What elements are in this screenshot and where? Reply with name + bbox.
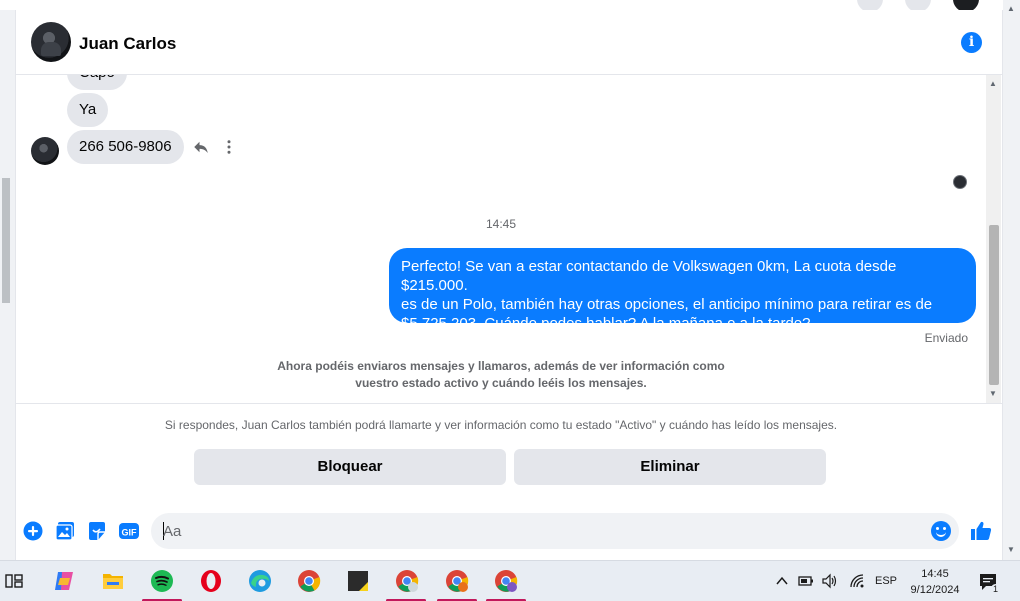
copilot-icon[interactable]: [52, 569, 76, 593]
read-receipt-avatar: [953, 175, 967, 189]
spotify-icon[interactable]: [150, 569, 174, 593]
contact-avatar[interactable]: [31, 22, 71, 62]
outgoing-message-line: Perfecto! Se van a estar contactando de …: [401, 258, 897, 294]
scrollbar-thumb[interactable]: [2, 178, 10, 303]
block-button[interactable]: Bloquear: [194, 449, 506, 485]
outgoing-message[interactable]: Perfecto! Se van a estar contactando de …: [389, 248, 976, 332]
plus-icon[interactable]: [23, 521, 43, 541]
scroll-up-arrow-icon[interactable]: ▲: [1007, 4, 1015, 13]
outgoing-message-line: es de un Polo, también hay otras opcione…: [401, 296, 933, 313]
reply-icon[interactable]: [192, 138, 210, 156]
emoji-icon[interactable]: [931, 521, 951, 541]
clock-date: 9/12/2024: [910, 584, 960, 596]
message-list: Capo Ya 266 506-9806 14:45 Perfecto! Se …: [16, 75, 1002, 403]
desktop: ▲ ▼ Juan Carlos i Capo Ya 266 506-9806 1…: [0, 0, 1020, 601]
gif-icon[interactable]: GIF: [118, 521, 140, 541]
connection-notice: Ahora podéis enviaros mensajes y llamaro…: [276, 358, 726, 392]
sticker-icon[interactable]: [87, 521, 107, 541]
outgoing-message-line: $5.725.203. Cuándo podes hablar? A la ma…: [401, 315, 811, 332]
incoming-message[interactable]: 266 506-9806: [67, 130, 184, 164]
taskbar: ESP 14:45 9/12/2024 1: [0, 560, 1020, 601]
thumbs-up-icon[interactable]: [969, 519, 993, 543]
opera-icon[interactable]: [199, 569, 223, 593]
chrome-profile-icon[interactable]: [445, 569, 469, 593]
message-scrollbar[interactable]: ▲ ▼: [986, 75, 1001, 403]
message-request-note: Si respondes, Juan Carlos también podrá …: [164, 418, 838, 432]
chrome-profile-icon[interactable]: [494, 569, 518, 593]
notice-line: vuestro estado activo y cuándo leéis los…: [355, 376, 647, 390]
chat-panel: Juan Carlos i Capo Ya 266 506-9806 14:45…: [15, 10, 1003, 560]
system-clock[interactable]: 14:45 9/12/2024: [900, 566, 970, 598]
divider: [16, 403, 1002, 404]
wifi-icon[interactable]: [849, 573, 865, 589]
page-scrollbar-left[interactable]: [0, 160, 12, 560]
chrome-profile-icon[interactable]: [395, 569, 419, 593]
message-timestamp: 14:45: [485, 217, 517, 231]
gif-label: GIF: [122, 528, 138, 538]
edge-icon[interactable]: [248, 569, 272, 593]
clock-time: 14:45: [921, 568, 949, 580]
incoming-message[interactable]: Capo: [67, 75, 127, 90]
contact-name[interactable]: Juan Carlos: [79, 34, 176, 54]
task-view-icon[interactable]: [5, 572, 23, 590]
input-language[interactable]: ESP: [875, 575, 897, 587]
gallery-icon[interactable]: [55, 521, 75, 541]
scrollbar-thumb[interactable]: [989, 225, 999, 385]
scroll-down-arrow-icon[interactable]: ▼: [1007, 545, 1015, 554]
notification-count: 1: [991, 584, 1001, 594]
incoming-message[interactable]: Ya: [67, 93, 109, 127]
delivery-status: Enviado: [924, 331, 968, 345]
delete-button[interactable]: Eliminar: [514, 449, 826, 485]
chevron-up-icon[interactable]: [775, 574, 789, 588]
browser-top-strip: [0, 0, 1020, 12]
message-input[interactable]: Aa: [151, 513, 959, 549]
chrome-icon[interactable]: [297, 569, 321, 593]
file-explorer-icon[interactable]: [101, 569, 125, 593]
sticky-notes-icon[interactable]: [346, 569, 370, 593]
more-options-icon[interactable]: [220, 138, 238, 156]
scroll-up-arrow-icon[interactable]: ▲: [989, 79, 997, 88]
chat-header: Juan Carlos i: [16, 10, 1002, 75]
volume-icon[interactable]: [821, 573, 838, 589]
notice-line: Ahora podéis enviaros mensajes y llamaro…: [277, 359, 725, 373]
page-scrollbar-right[interactable]: ▲ ▼: [1003, 0, 1020, 560]
info-icon[interactable]: i: [961, 32, 982, 53]
message-input-placeholder: Aa: [163, 523, 182, 540]
sender-avatar[interactable]: [31, 137, 59, 165]
scroll-down-arrow-icon[interactable]: ▼: [989, 389, 997, 398]
battery-icon[interactable]: [797, 574, 815, 588]
